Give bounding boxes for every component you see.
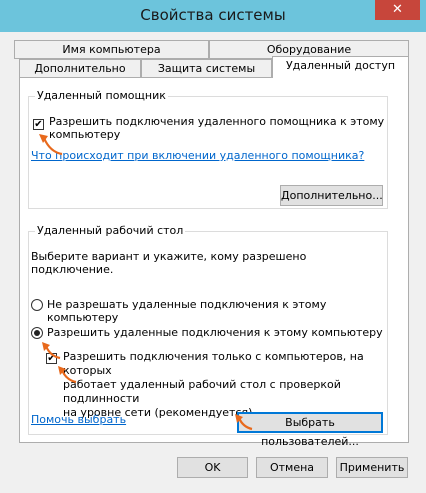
checkmark-icon: ✔ (34, 119, 43, 130)
close-button[interactable]: ✕ (375, 0, 420, 20)
annotation-arrow-icon (42, 342, 61, 360)
button-label: Дополнительно... (281, 189, 383, 202)
deny-connections-radio[interactable] (31, 299, 43, 311)
ok-button[interactable]: OK (177, 457, 248, 478)
radio-selected-dot (34, 330, 40, 336)
annotation-arrow-icon (235, 414, 253, 431)
system-properties-window: Свойства системы ✕ Имя компьютера Оборуд… (0, 0, 426, 493)
close-icon: ✕ (392, 2, 403, 17)
button-label: Отмена (269, 461, 315, 474)
tab-label: Имя компьютера (62, 43, 161, 56)
allow-connections-label[interactable]: Разрешить удаленные подключения к этому … (47, 326, 383, 339)
label-line: Разрешить подключения удаленного помощни… (49, 115, 385, 128)
deny-connections-label[interactable]: Не разрешать удаленные подключения к это… (47, 298, 387, 324)
remote-desktop-group: Удаленный рабочий стол Выберите вариант … (28, 224, 388, 448)
help-choose-link[interactable]: Помочь выбрать (31, 413, 126, 426)
allow-assistance-label[interactable]: Разрешить подключения удаленного помощни… (49, 115, 384, 141)
assistance-info-link[interactable]: Что происходит при включении удаленного … (31, 149, 364, 162)
tab-label: Защита системы (157, 62, 256, 75)
label-line: работает удаленный рабочий стол с провер… (63, 378, 341, 405)
remote-tab-panel: Удаленный помощник ✔ Разрешить подключен… (19, 77, 409, 448)
cancel-button[interactable]: Отмена (256, 457, 328, 478)
annotation-arrow-icon (39, 134, 63, 156)
group-title: Удаленный рабочий стол (35, 224, 186, 237)
button-label: Применить (339, 461, 405, 474)
label-line: Разрешить подключения только с компьютер… (63, 350, 364, 377)
nla-label[interactable]: Разрешить подключения только с компьютер… (63, 350, 387, 420)
label-line: компьютеру (49, 128, 121, 141)
instruction-text: Выберите вариант и укажите, кому разреше… (31, 250, 307, 276)
allow-assistance-checkbox[interactable]: ✔ (33, 119, 44, 130)
tab-label: Удаленный доступ (285, 59, 396, 72)
window-title: Свойства системы (140, 6, 286, 24)
title-bar[interactable]: Свойства системы ✕ (0, 0, 426, 32)
select-users-button[interactable]: Выбрать пользователей... (237, 412, 383, 448)
assistance-advanced-button[interactable]: Дополнительно... (280, 185, 383, 206)
tab-computer-name[interactable]: Имя компьютера (14, 40, 209, 59)
allow-connections-radio[interactable] (31, 327, 43, 339)
tab-remote[interactable]: Удаленный доступ (272, 56, 409, 78)
tab-label: Оборудование (266, 43, 352, 56)
tab-system-protection[interactable]: Защита системы (141, 59, 272, 78)
annotation-arrow-icon (58, 366, 77, 384)
tab-advanced[interactable]: Дополнительно (19, 59, 141, 78)
apply-button[interactable]: Применить (336, 457, 408, 478)
group-title: Удаленный помощник (35, 89, 168, 102)
button-label: OK (204, 461, 221, 474)
button-label: Выбрать пользователей... (261, 416, 359, 448)
tab-label: Дополнительно (34, 62, 126, 75)
remote-assistance-group: Удаленный помощник ✔ Разрешить подключен… (28, 89, 388, 209)
